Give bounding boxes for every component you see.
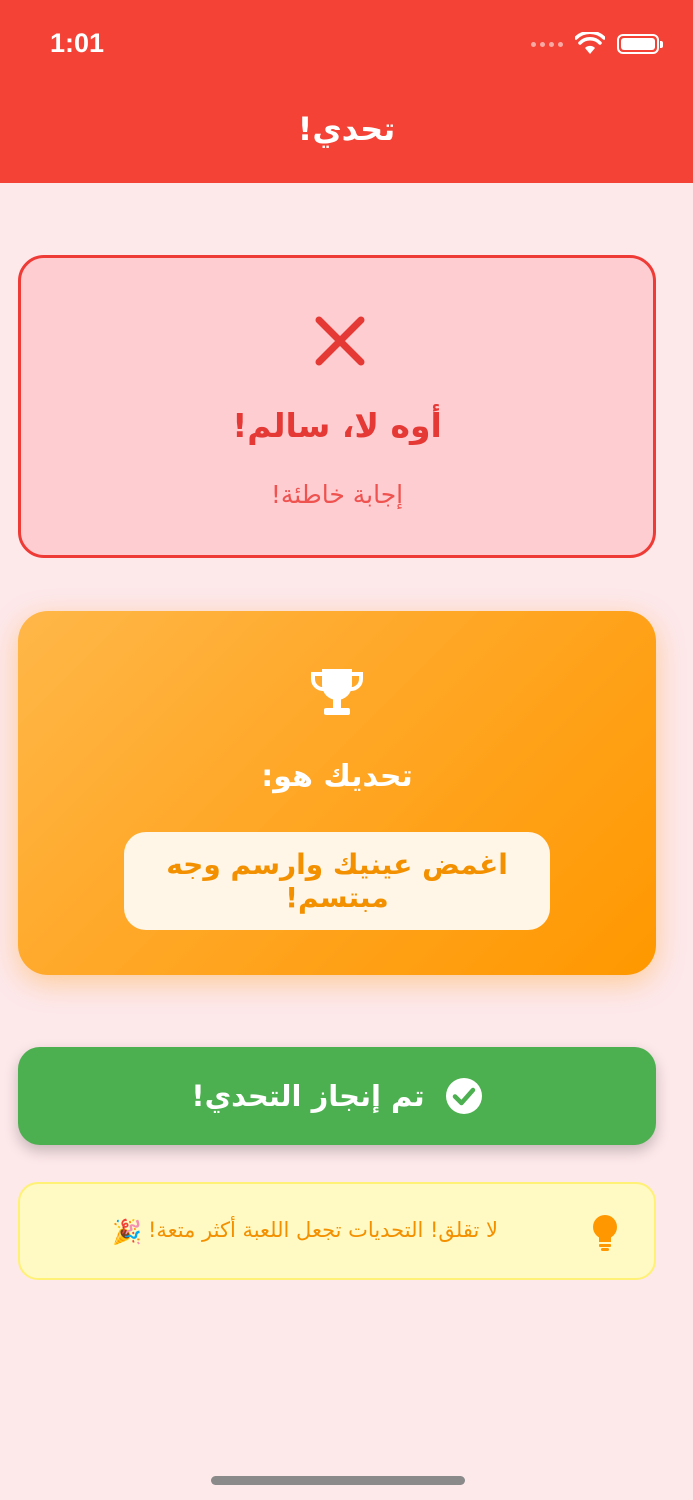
check-circle-icon [445,1078,482,1114]
challenge-text: اغمض عينيك وارسم وجه مبتسم! [166,848,508,914]
challenge-done-button[interactable]: تم إنجاز التحدي! [18,1047,656,1145]
lightbulb-icon [593,1215,617,1251]
close-icon [315,316,365,366]
signal-dots-icon [531,41,563,47]
page-title: تحدي! [297,110,396,148]
party-popper-icon: 🎉 [112,1218,142,1246]
challenge-card: تحديك هو: اغمض عينيك وارسم وجه مبتسم! [18,611,656,975]
home-indicator[interactable] [211,1476,465,1485]
battery-icon [617,34,663,54]
wrong-answer-card: أوه لا، سالم! إجابة خاطئة! [18,255,656,558]
status-time: 1:01 [50,28,105,58]
done-button-label: تم إنجاز التحدي! [191,1079,425,1113]
result-title: أوه لا، سالم! [232,406,442,445]
result-subtitle: إجابة خاطئة! [270,480,404,509]
wifi-icon [575,32,605,54]
app-header: 1:01 تحدي! [0,0,693,183]
status-icons [531,30,663,58]
challenge-text-box: اغمض عينيك وارسم وجه مبتسم! [124,832,550,930]
trophy-icon [310,669,364,715]
tip-box: لا تقلق! التحديات تجعل اللعبة أكثر متعة!… [18,1182,656,1280]
challenge-label: تحديك هو: [261,759,413,794]
tip-text: لا تقلق! التحديات تجعل اللعبة أكثر متعة! [147,1218,498,1242]
